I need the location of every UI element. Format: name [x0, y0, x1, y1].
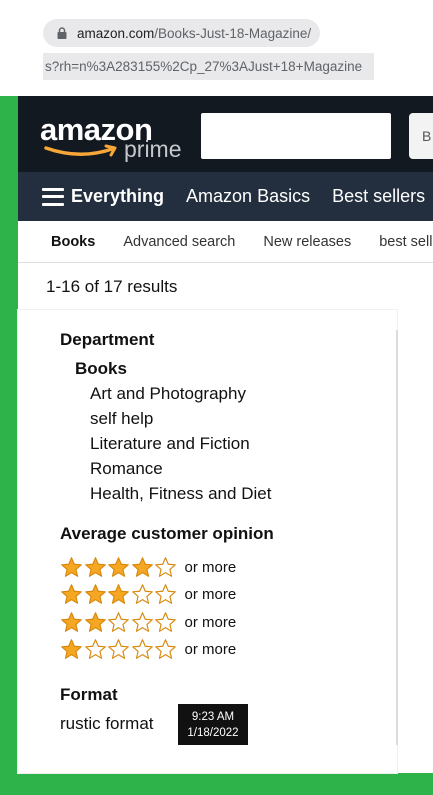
logo-prime: prime [124, 136, 182, 162]
address-bar[interactable]: amazon.com/Books-Just-18-Magazine/ [43, 19, 320, 47]
search-input[interactable] [201, 113, 391, 159]
department-item[interactable]: Literature and Fiction [90, 434, 250, 454]
star-filled-icon [61, 638, 82, 659]
star-empty-icon [155, 611, 176, 632]
star-filled-icon [61, 583, 82, 604]
department-item[interactable]: Art and Photography [90, 384, 246, 404]
rating-label: or more [184, 613, 237, 631]
star-empty-icon [108, 611, 129, 632]
star-empty-icon [131, 638, 153, 659]
star-filled-icon [84, 556, 106, 577]
sub-nav: Books Advanced search New releases best … [18, 221, 433, 263]
star-filled-icon [108, 556, 129, 577]
desktop-background-left [0, 96, 18, 795]
star-empty-icon [131, 583, 153, 604]
screenshot-root: amazon.com/Books-Just-18-Magazine/ s?rh=… [0, 0, 433, 795]
star-filled-icon [84, 611, 106, 632]
rating-filter-2[interactable]: or more [60, 610, 236, 634]
star-empty-icon [131, 611, 153, 632]
star-filled-icon [61, 611, 82, 632]
star-empty-icon [155, 556, 176, 577]
nav-everything[interactable]: Everything [71, 186, 164, 207]
url-query[interactable]: s?rh=n%3A283155%2Cp_27%3AJust+18+Magazin… [43, 53, 374, 80]
star-filled-icon [108, 583, 129, 604]
search-category-dropdown[interactable]: B [409, 113, 433, 159]
star-rating [60, 556, 178, 579]
subnav-new-releases[interactable]: New releases [263, 234, 351, 250]
taskbar-clock: 9:23 AM 1/18/2022 [178, 704, 248, 745]
amazon-prime-logo[interactable]: amazon prime [40, 112, 190, 164]
url-domain: amazon.com [77, 25, 155, 41]
department-books[interactable]: Books [75, 359, 127, 379]
star-empty-icon [155, 638, 176, 659]
department-item[interactable]: Health, Fitness and Diet [90, 484, 271, 504]
format-heading: Format [60, 685, 118, 704]
rating-label: or more [184, 640, 237, 658]
url-path: /Books-Just-18-Magazine/ [154, 25, 312, 41]
smile-arrow-icon [44, 144, 117, 157]
star-filled-icon [84, 583, 106, 604]
rating-label: or more [184, 558, 237, 576]
main-nav: Everything Amazon Basics Best sellers [18, 172, 433, 221]
star-rating [60, 611, 178, 634]
star-rating [60, 638, 178, 661]
sidebar-divider [396, 330, 398, 745]
desktop-background-bottom [0, 773, 433, 795]
star-rating [60, 583, 178, 606]
department-heading: Department [60, 330, 155, 349]
subnav-books[interactable]: Books [51, 234, 95, 250]
star-empty-icon [155, 583, 176, 604]
clock-date: 1/18/2022 [187, 727, 239, 739]
results-count: 1-16 of 17 results [46, 277, 178, 296]
star-filled-icon [131, 556, 153, 577]
star-empty-icon [84, 638, 106, 659]
department-item[interactable]: Romance [90, 459, 163, 479]
rating-filter-1[interactable]: or more [60, 637, 236, 661]
amazon-header: amazon prime B [18, 96, 433, 172]
nav-amazon-basics[interactable]: Amazon Basics [186, 186, 310, 207]
format-item[interactable]: rustic format [60, 714, 154, 734]
hamburger-menu-icon[interactable] [42, 187, 64, 206]
department-item[interactable]: self help [90, 409, 153, 429]
rating-filter-4[interactable]: or more [60, 555, 236, 579]
clock-time: 9:23 AM [191, 711, 235, 723]
lock-icon [57, 27, 67, 39]
star-filled-icon [61, 556, 82, 577]
rating-filter-3[interactable]: or more [60, 582, 236, 606]
rating-heading: Average customer opinion [60, 524, 274, 543]
star-empty-icon [108, 638, 129, 659]
nav-best-sellers[interactable]: Best sellers [332, 186, 425, 207]
rating-label: or more [184, 585, 237, 603]
subnav-best-sellers[interactable]: best sellers [379, 234, 433, 250]
subnav-advanced-search[interactable]: Advanced search [123, 234, 235, 250]
